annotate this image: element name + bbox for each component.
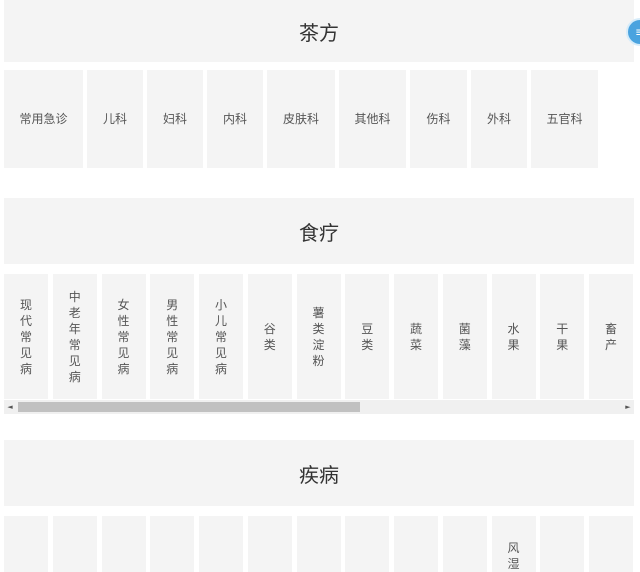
scroll-thumb[interactable] <box>18 402 360 412</box>
diet-category-item-label: 中老年常见病 <box>68 289 81 384</box>
diet-category-item[interactable]: 薯类淀粉 <box>296 274 341 399</box>
diet-category-item[interactable]: 小儿常见病 <box>199 274 243 399</box>
tea-category-item[interactable]: 其他科 <box>339 70 406 168</box>
menu-icon: ≡ <box>635 25 640 39</box>
disease-category-item[interactable] <box>296 516 341 572</box>
disease-category-item[interactable] <box>199 516 243 572</box>
tea-section-header: 茶方 <box>4 0 634 62</box>
diet-category-item-label: 小儿常见病 <box>214 297 227 376</box>
disease-category-item[interactable] <box>101 516 146 572</box>
disease-category-item[interactable]: 风湿 <box>491 516 536 572</box>
tea-category-row: 常用急诊 儿科 妇科 内科 皮肤科 其他科 伤科 外科 五官科 <box>4 70 634 168</box>
disease-section-header: 疾病 <box>4 440 634 506</box>
diet-category-item-label: 薯类淀粉 <box>312 305 325 368</box>
tea-category-item[interactable]: 内科 <box>207 70 263 168</box>
disease-category-item[interactable] <box>589 516 633 572</box>
disease-category-item[interactable] <box>52 516 97 572</box>
tea-category-item[interactable]: 伤科 <box>410 70 467 168</box>
diet-category-item[interactable]: 谷类 <box>247 274 292 399</box>
diet-category-item[interactable]: 蔬菜 <box>394 274 438 399</box>
diet-category-item[interactable]: 中老年常见病 <box>52 274 97 399</box>
horizontal-scrollbar[interactable]: ◄ ► <box>4 400 634 414</box>
diet-category-item-label: 畜产 <box>604 321 617 352</box>
tea-section-title: 茶方 <box>299 20 339 45</box>
diet-category-item-label: 豆类 <box>361 321 374 352</box>
diet-category-item-label: 女性常见病 <box>117 297 130 376</box>
diet-category-item[interactable]: 豆类 <box>345 274 390 399</box>
tea-category-item[interactable]: 皮肤科 <box>267 70 335 168</box>
disease-category-item[interactable] <box>394 516 438 572</box>
diet-category-item-label: 蔬菜 <box>409 321 422 352</box>
disease-section-title: 疾病 <box>299 462 339 487</box>
diet-category-item[interactable]: 水果 <box>491 274 536 399</box>
scroll-right-arrow[interactable]: ► <box>622 400 634 414</box>
diet-category-item-label: 水果 <box>507 321 520 352</box>
disease-category-item[interactable] <box>540 516 585 572</box>
tea-category-item[interactable]: 常用急诊 <box>4 70 83 168</box>
disease-category-item-label: 风湿 <box>507 541 520 571</box>
tea-category-item[interactable]: 外科 <box>471 70 527 168</box>
scroll-left-arrow[interactable]: ◄ <box>4 400 16 414</box>
diet-category-item-label: 现代常见病 <box>19 297 32 376</box>
tea-category-item[interactable]: 儿科 <box>87 70 143 168</box>
diet-category-item[interactable]: 干果 <box>540 274 585 399</box>
disease-category-item[interactable] <box>150 516 195 572</box>
diet-section-title: 食疗 <box>299 220 339 245</box>
tea-category-item[interactable]: 五官科 <box>531 70 598 168</box>
disease-category-item[interactable] <box>4 516 48 572</box>
disease-category-item[interactable] <box>345 516 390 572</box>
disease-category-item[interactable] <box>442 516 487 572</box>
diet-category-item[interactable]: 男性常见病 <box>150 274 195 399</box>
diet-category-item-label: 菌藻 <box>458 321 471 352</box>
diet-category-row: 现代常见病 中老年常见病 女性常见病 男性常见病 小儿常见病 谷类 薯类淀粉 豆类 蔬菜 菌藻 水果… <box>4 274 634 399</box>
diet-category-item-label: 干果 <box>556 321 569 352</box>
tea-category-item[interactable]: 妇科 <box>147 70 203 168</box>
diet-category-item-label: 谷类 <box>263 321 276 352</box>
diet-category-item[interactable]: 女性常见病 <box>101 274 146 399</box>
diet-category-item[interactable]: 现代常见病 <box>4 274 48 399</box>
diet-section-header: 食疗 <box>4 198 634 264</box>
disease-category-item[interactable] <box>247 516 292 572</box>
diet-category-item-label: 男性常见病 <box>166 297 179 376</box>
disease-category-row: 风湿 <box>4 516 634 572</box>
diet-category-item[interactable]: 畜产 <box>589 274 633 399</box>
diet-category-item[interactable]: 菌藻 <box>442 274 487 399</box>
